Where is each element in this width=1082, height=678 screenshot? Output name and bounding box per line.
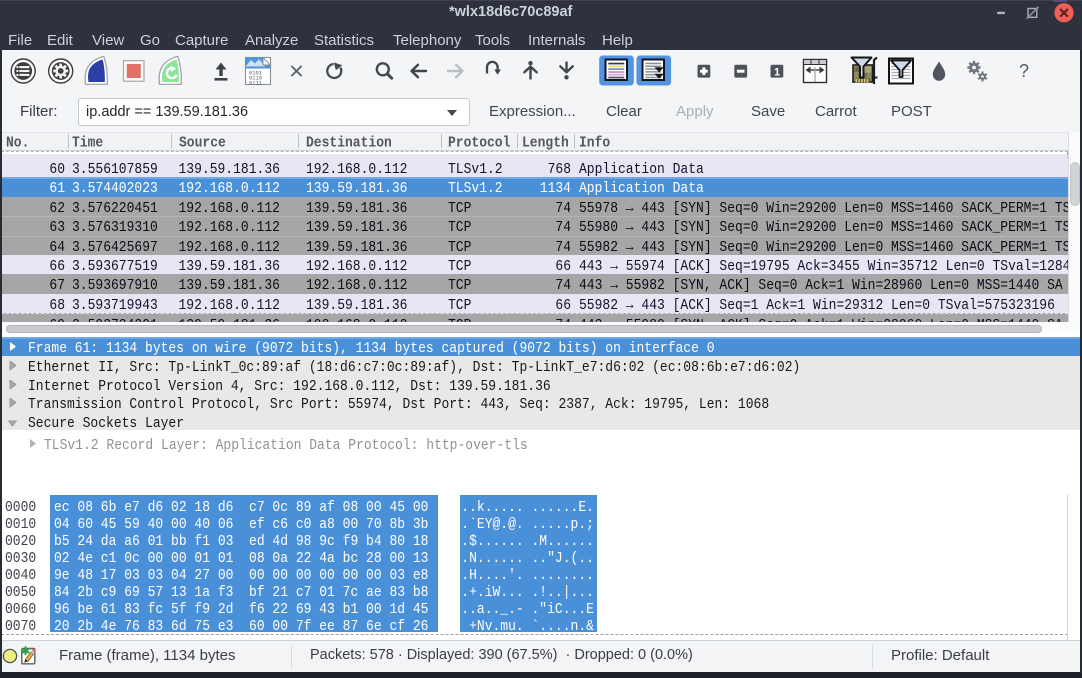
svg-text:1: 1 [774,66,780,78]
svg-text:?: ? [1019,61,1029,81]
svg-text:0111: 0111 [249,81,262,87]
